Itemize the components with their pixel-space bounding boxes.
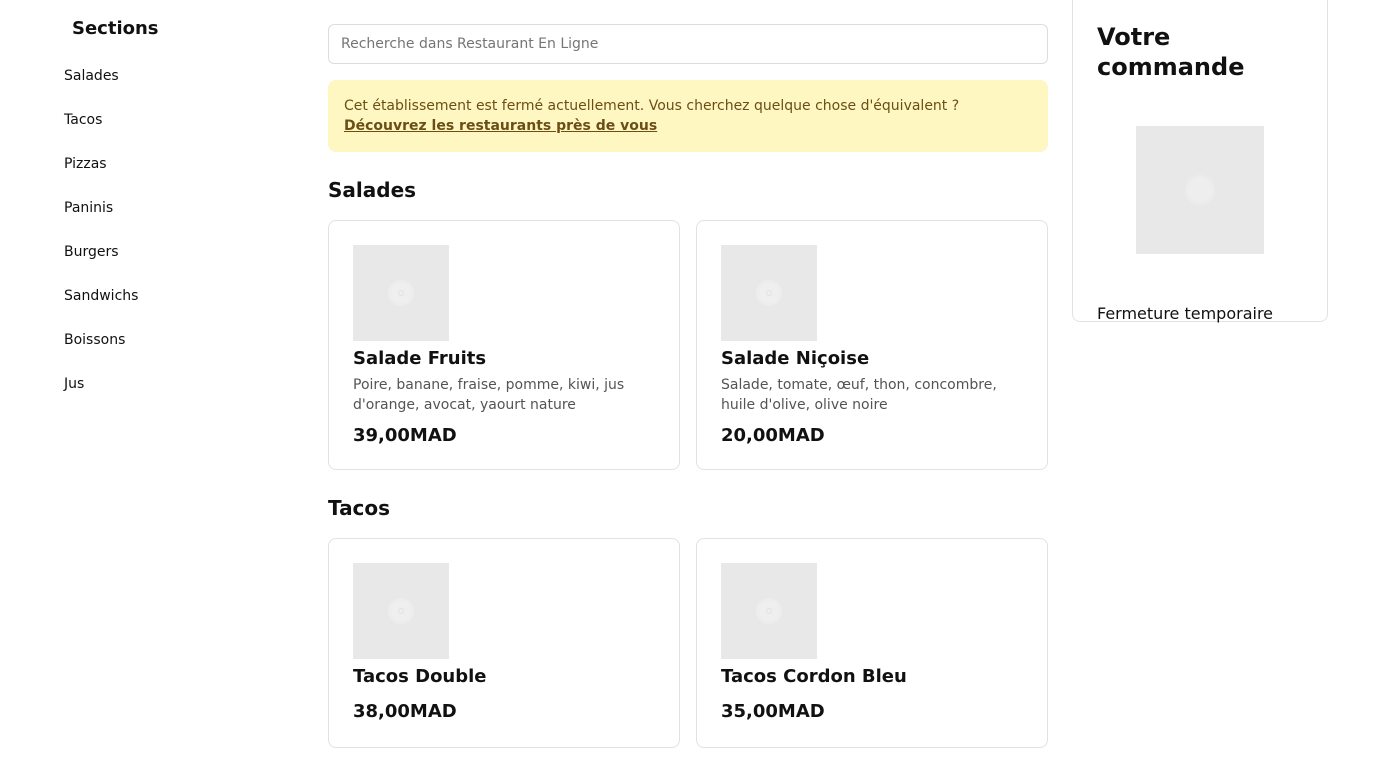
section-grid-salades: Salade Fruits Poire, banane, fraise, pom… [328,220,1048,470]
item-description: Salade, tomate, œuf, thon, concombre, hu… [721,377,997,413]
sidebar-title: Sections [72,18,159,39]
sidebar-item-paninis[interactable]: Paninis [64,186,264,230]
sidebar-item-burgers[interactable]: Burgers [64,230,264,274]
nearby-restaurants-link[interactable]: Découvrez les restaurants près de vous [344,116,657,136]
sidebar-item-salades[interactable]: Salades [64,54,264,98]
item-name: Tacos Double [353,666,487,687]
sidebar-list: Salades Tacos Pizzas Paninis Burgers San… [64,54,264,406]
image-placeholder-icon [721,563,817,659]
item-description: Poire, banane, fraise, pomme, kiwi, jus … [353,377,625,413]
menu-item-card[interactable]: Tacos Cordon Bleu 35,00MAD [696,538,1048,748]
sections-sidebar: Sections Salades Tacos Pizzas Paninis Bu… [64,18,264,406]
menu-item-card[interactable]: Tacos Double 38,00MAD [328,538,680,748]
menu-item-card[interactable]: Salade Niçoise Salade, tomate, œuf, thon… [696,220,1048,470]
menu-item-card[interactable]: Salade Fruits Poire, banane, fraise, pom… [328,220,680,470]
search-input[interactable] [328,24,1048,64]
item-name: Salade Niçoise [721,348,870,369]
menu-main: Cet établissement est fermé actuellement… [328,24,1048,748]
order-title: Votre commande [1097,23,1245,81]
sidebar-item-sandwichs[interactable]: Sandwichs [64,274,264,318]
section-title-salades: Salades [328,178,417,202]
empty-cart-placeholder-icon [1136,126,1264,254]
item-price: 20,00MAD [721,425,825,446]
section-grid-tacos: Tacos Double 38,00MAD Tacos Cordon Bleu … [328,538,1048,748]
item-price: 38,00MAD [353,701,457,722]
sidebar-item-pizzas[interactable]: Pizzas [64,142,264,186]
item-name: Salade Fruits [353,348,487,369]
sidebar-item-boissons[interactable]: Boissons [64,318,264,362]
image-placeholder-icon [353,563,449,659]
order-status: Fermeture temporaire [1097,304,1274,323]
image-placeholder-icon [353,245,449,341]
section-title-tacos: Tacos [328,496,391,520]
closed-alert: Cet établissement est fermé actuellement… [328,80,1048,152]
item-price: 39,00MAD [353,425,457,446]
sidebar-item-jus[interactable]: Jus [64,362,264,406]
image-placeholder-icon [721,245,817,341]
item-price: 35,00MAD [721,701,825,722]
order-panel: Votre commande Fermeture temporaire [1072,0,1328,323]
item-name: Tacos Cordon Bleu [721,666,907,687]
sidebar-item-tacos[interactable]: Tacos [64,98,264,142]
alert-message: Cet établissement est fermé actuellement… [344,98,960,114]
